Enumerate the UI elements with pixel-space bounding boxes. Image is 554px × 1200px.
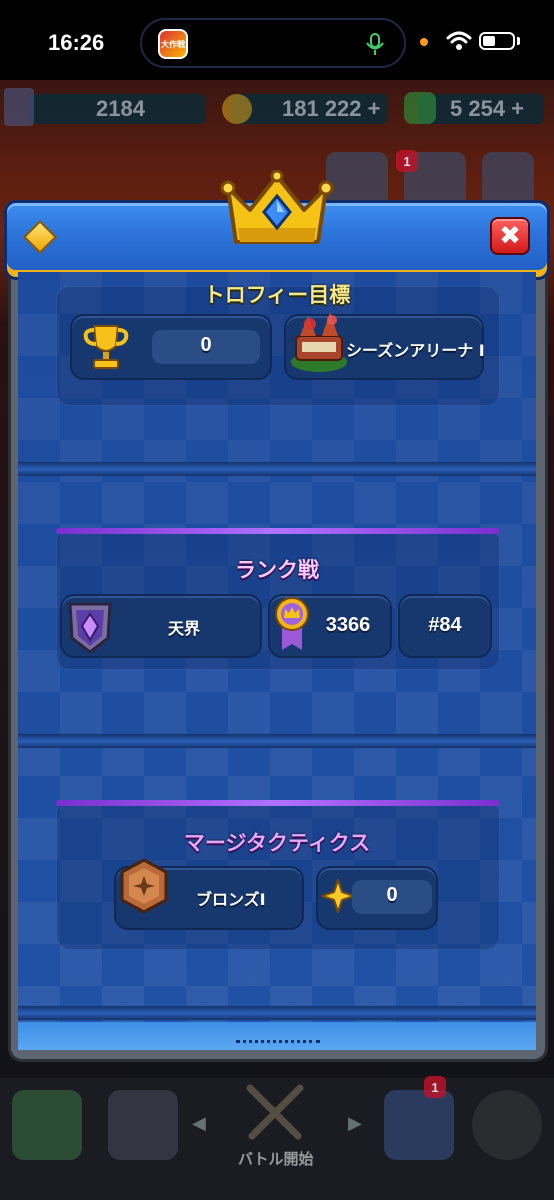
league-label: 天界 (168, 619, 201, 638)
merge-section-title: マージタクティクス (183, 831, 371, 855)
ranked-section-title: ランク戦 (235, 558, 319, 582)
arena-icon (291, 312, 347, 372)
merge-accent-line (56, 800, 500, 806)
nav-left-arrow-icon[interactable]: ◀ (192, 1113, 206, 1134)
section-divider-1 (18, 462, 536, 476)
news-notification-badge: 1 (396, 150, 418, 172)
arena-label: シーズンアリーナ I (346, 341, 485, 360)
nav-clan-icon[interactable] (384, 1090, 454, 1160)
nav-shop-icon[interactable] (12, 1090, 82, 1160)
gem-count: 5 254 + (450, 96, 525, 121)
close-button[interactable]: ✖ (490, 217, 530, 255)
strip-dots (236, 1040, 320, 1050)
wifi-icon (446, 31, 472, 50)
battery-cap (517, 37, 520, 45)
status-bar: 16:26 大作戦 (0, 0, 554, 80)
rating-value: 3366 (325, 614, 371, 636)
star-sparkle-icon (321, 879, 355, 913)
clan-notification-badge: 1 (424, 1076, 446, 1098)
privacy-indicator (420, 38, 428, 46)
rating-medal-icon (275, 597, 309, 650)
trophy-value: 0 (200, 334, 212, 356)
nav-right-arrow-icon[interactable]: ▶ (348, 1113, 362, 1134)
player-card-icon (4, 88, 34, 126)
crossed-swords-icon[interactable] (240, 1078, 310, 1148)
rank-value: #84 (428, 614, 462, 636)
trophy-icon (83, 325, 129, 369)
league-shield-icon (68, 602, 112, 654)
gold-amount: 181 222 + (282, 96, 381, 121)
trophy-section-title: トロフィー目標 (203, 283, 351, 307)
microphone-icon (366, 33, 384, 55)
battery-icon (479, 32, 515, 50)
bronze-badge-icon (120, 858, 168, 914)
gold-coin-icon (222, 94, 252, 124)
gem-icon (404, 92, 436, 124)
battle-label: バトル開始 (238, 1150, 314, 1168)
section-divider-2 (18, 734, 536, 748)
nav-events-icon[interactable] (472, 1090, 542, 1160)
star-value: 0 (386, 884, 398, 906)
crown-icon (220, 170, 334, 244)
dynamic-island: 大作戦 (140, 18, 406, 68)
nav-cards-icon[interactable] (108, 1090, 178, 1160)
status-time: 16:26 (48, 30, 105, 55)
section-divider-3 (18, 1006, 536, 1020)
app-icon: 大作戦 (158, 29, 188, 59)
merge-tier-label: ブロンズI (196, 890, 266, 909)
ranked-accent-line (56, 528, 500, 534)
trophy-count: 2184 (96, 96, 145, 121)
